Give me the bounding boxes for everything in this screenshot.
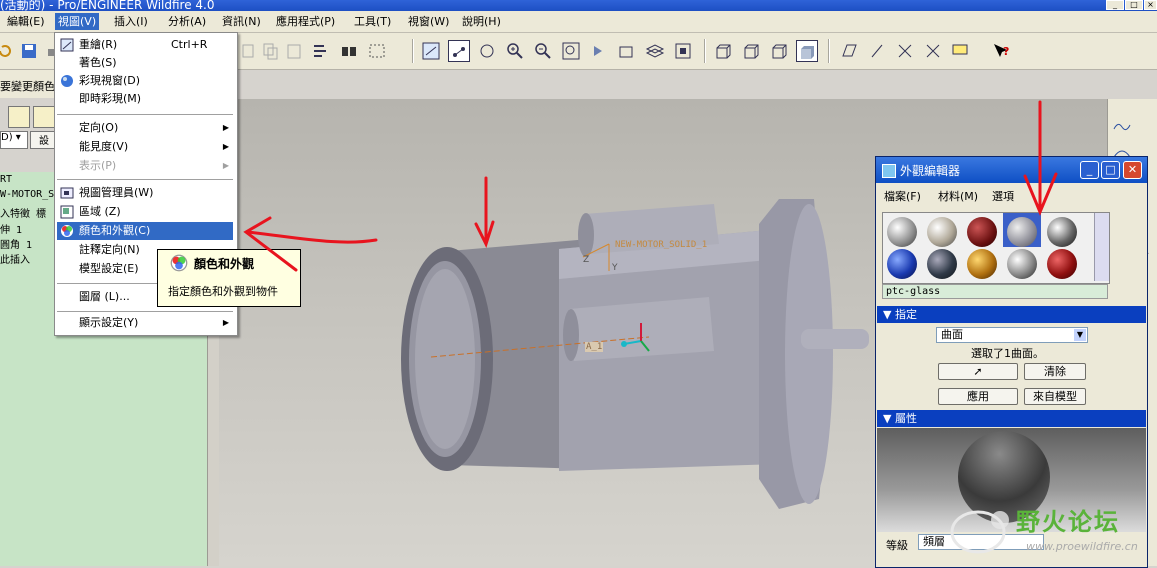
annotation-arrows [243, 100, 1058, 272]
